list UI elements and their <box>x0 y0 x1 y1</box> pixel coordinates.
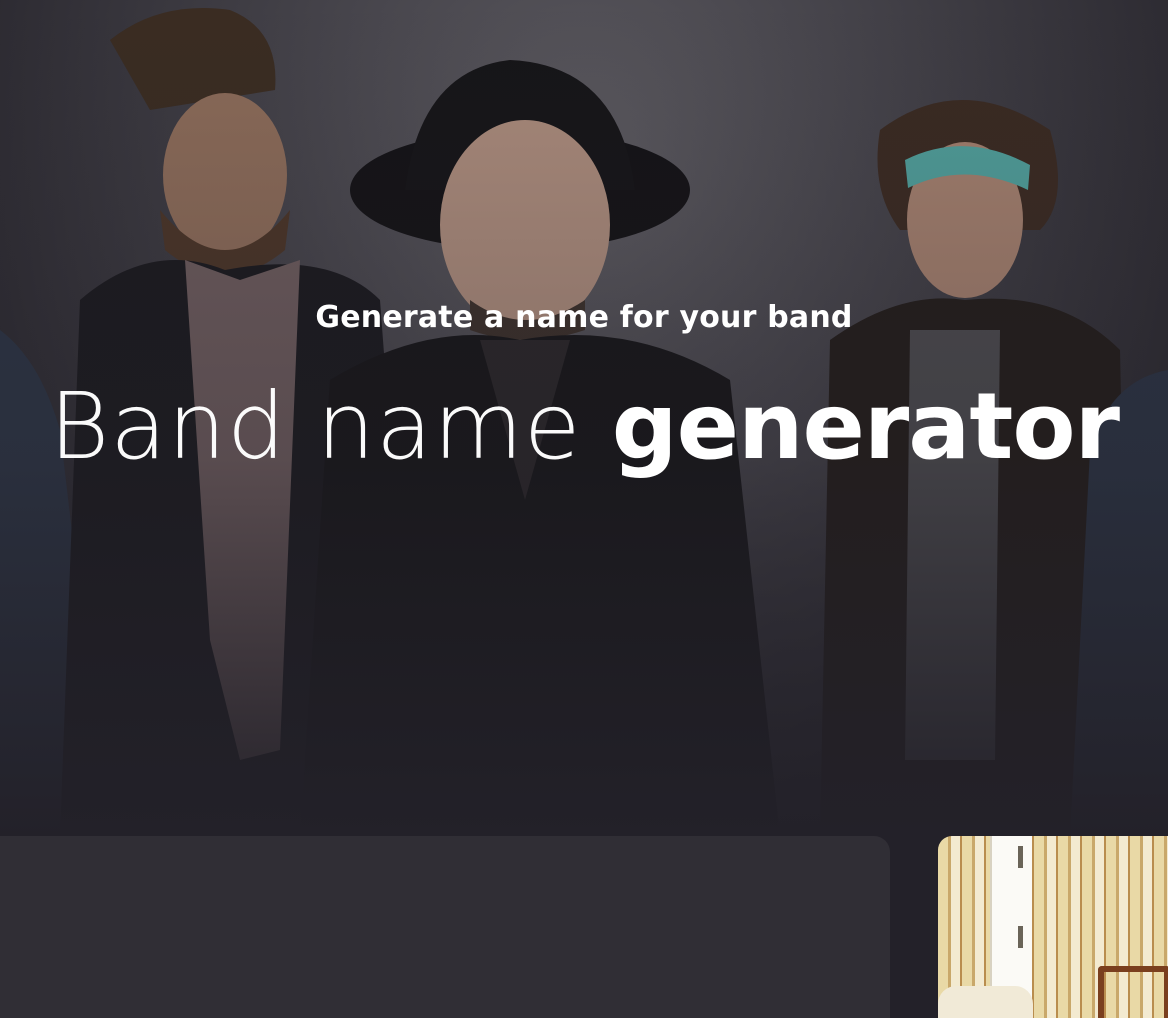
sofa-shape <box>938 986 1033 1018</box>
room-photo[interactable] <box>938 836 1168 1018</box>
door-hinge <box>1018 926 1023 948</box>
page-title-bold: generator <box>611 373 1120 480</box>
generator-card <box>0 836 890 1018</box>
door-hinge <box>1018 846 1023 868</box>
page-title: Band name generator <box>0 372 1168 482</box>
hero-subtitle: Generate a name for your band <box>315 300 853 335</box>
hero-section: Generate a name for your band Band name … <box>0 0 1168 836</box>
page-title-light: Band name <box>49 373 612 480</box>
chair-shape <box>1098 966 1168 1018</box>
page: Generate a name for your band Band name … <box>0 0 1168 1018</box>
